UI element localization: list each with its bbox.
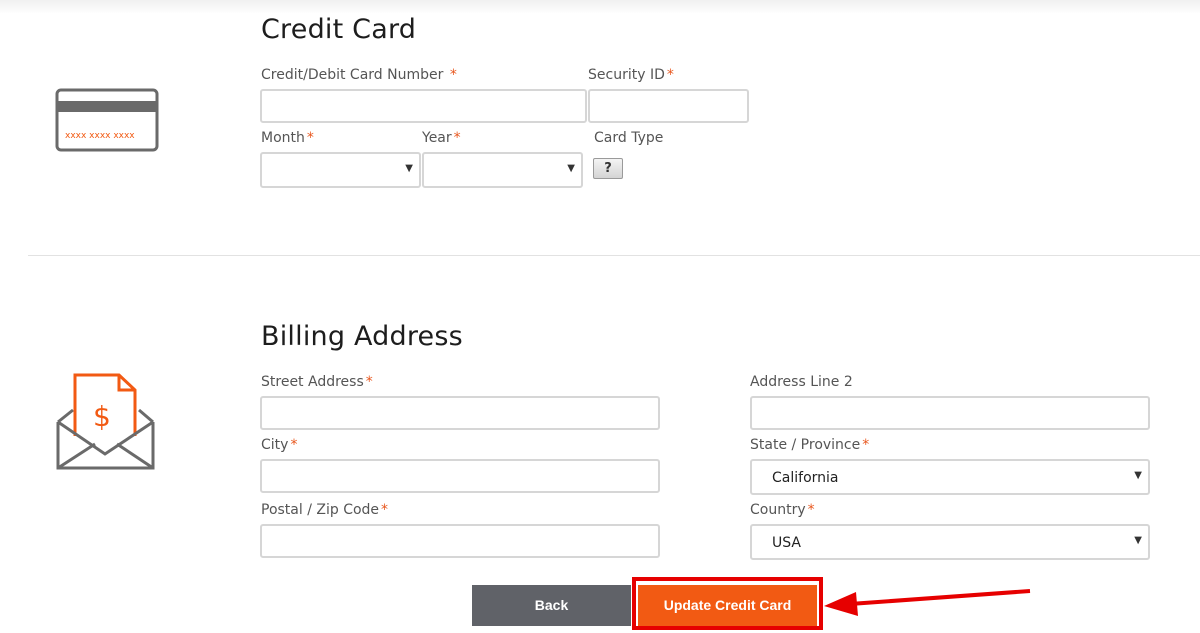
- month-select[interactable]: ▼: [260, 152, 421, 188]
- country-label: Country *: [750, 502, 815, 518]
- street-address-label-text: Street Address: [261, 374, 364, 390]
- year-label: Year *: [422, 130, 461, 146]
- security-id-label: Security ID *: [588, 67, 674, 83]
- back-button[interactable]: Back: [472, 585, 631, 626]
- credit-card-title: Credit Card: [261, 14, 417, 45]
- country-select[interactable]: USA ▼: [750, 524, 1150, 560]
- state-label-text: State / Province: [750, 437, 861, 453]
- city-input[interactable]: [260, 459, 660, 493]
- chevron-down-icon: ▼: [567, 163, 575, 174]
- city-label-text: City: [261, 437, 289, 453]
- required-mark: *: [862, 437, 870, 453]
- chevron-down-icon: ▼: [1134, 470, 1142, 481]
- required-mark: *: [365, 374, 373, 390]
- section-divider: [28, 255, 1200, 256]
- postal-code-label: Postal / Zip Code *: [261, 502, 388, 518]
- address-line2-label: Address Line 2: [750, 374, 853, 390]
- top-shadow: [0, 0, 1200, 14]
- dollar-sign: $: [93, 400, 111, 433]
- address-line2-input[interactable]: [750, 396, 1150, 430]
- required-mark: *: [807, 502, 815, 518]
- required-mark: *: [449, 67, 457, 83]
- billing-address-title: Billing Address: [261, 321, 463, 352]
- chevron-down-icon: ▼: [1134, 535, 1142, 546]
- street-address-input[interactable]: [260, 396, 660, 430]
- required-mark: *: [306, 130, 314, 146]
- security-id-input[interactable]: [588, 89, 749, 123]
- card-icon-number: xxxx xxxx xxxx: [65, 131, 135, 141]
- card-type-label: Card Type: [594, 130, 664, 146]
- street-address-label: Street Address *: [261, 374, 373, 390]
- month-label-text: Month: [261, 130, 305, 146]
- city-label: City *: [261, 437, 297, 453]
- card-type-help-button[interactable]: ?: [593, 158, 623, 179]
- year-select[interactable]: ▼: [422, 152, 583, 188]
- state-select[interactable]: California ▼: [750, 459, 1150, 495]
- highlight-box: [632, 577, 823, 630]
- month-label: Month *: [261, 130, 314, 146]
- billing-envelope-icon: $: [56, 373, 155, 470]
- required-mark: *: [453, 130, 461, 146]
- chevron-down-icon: ▼: [405, 163, 413, 174]
- card-number-label-text: Credit/Debit Card Number: [261, 67, 444, 83]
- state-select-value: California: [772, 470, 839, 486]
- country-select-value: USA: [772, 535, 801, 551]
- security-id-label-text: Security ID: [588, 67, 665, 83]
- card-number-input[interactable]: [260, 89, 587, 123]
- required-mark: *: [381, 502, 389, 518]
- state-label: State / Province *: [750, 437, 869, 453]
- postal-code-label-text: Postal / Zip Code: [261, 502, 380, 518]
- year-label-text: Year: [422, 130, 452, 146]
- credit-card-icon: xxxx xxxx xxxx: [55, 88, 159, 152]
- card-number-label: Credit/Debit Card Number *: [261, 67, 457, 83]
- country-label-text: Country: [750, 502, 806, 518]
- postal-code-input[interactable]: [260, 524, 660, 558]
- required-mark: *: [290, 437, 298, 453]
- required-mark: *: [666, 67, 674, 83]
